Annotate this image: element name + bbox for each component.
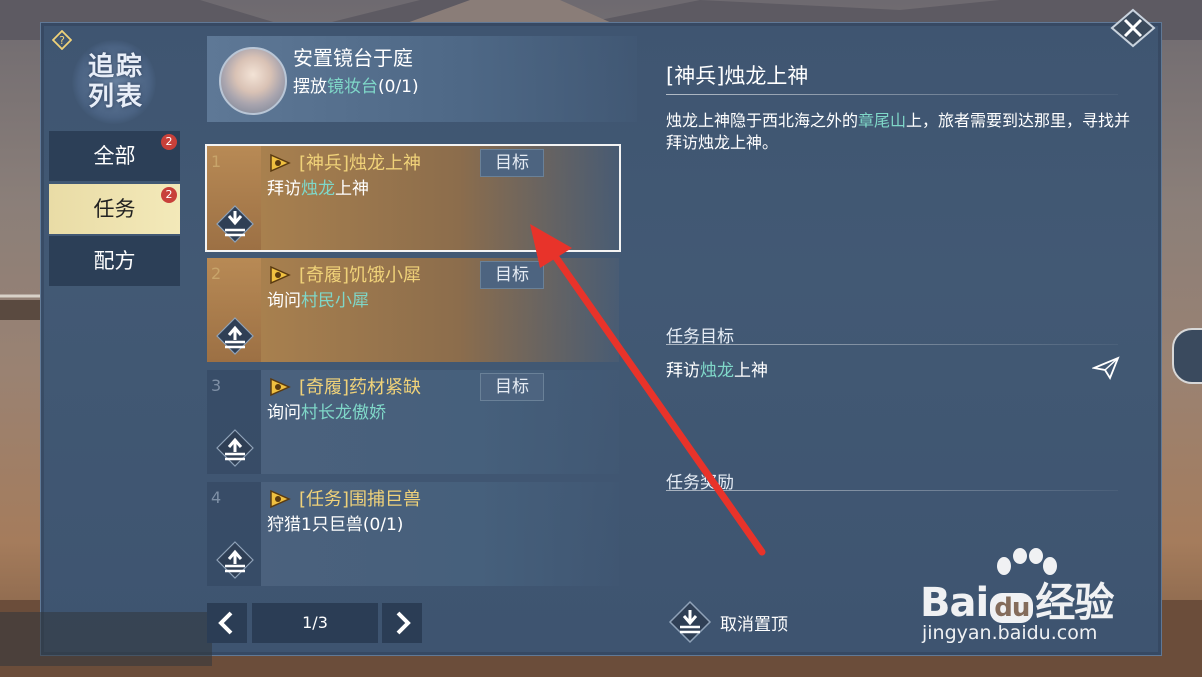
quest-title: [奇履]药材紧缺 <box>299 377 422 398</box>
quest-number: 1 <box>211 152 222 171</box>
tab-quests[interactable]: 任务 2 <box>49 184 180 234</box>
watermark-url: jingyan.baidu.com <box>922 622 1098 644</box>
pin-to-top-icon[interactable] <box>215 428 255 468</box>
prev-page-button[interactable] <box>207 603 247 643</box>
quest-title: [神兵]烛龙上神 <box>299 153 422 174</box>
title-line: 列表 <box>87 82 144 112</box>
avatar <box>219 47 287 115</box>
tracked-quest-name: 安置镜台于庭 <box>293 46 413 70</box>
tab-recipes[interactable]: 配方 <box>49 236 180 286</box>
quest-list-item[interactable]: 3 [奇履]药材紧缺询问村长龙傲娇 目标 <box>207 370 619 474</box>
detail-description: 烛龙上神隐于西北海之外的章尾山上，旅者需要到达那里，寻找并拜访烛龙上神。 <box>666 111 1131 152</box>
tracked-quest-banner[interactable]: 安置镜台于庭 摆放镜妆台(0/1) <box>207 36 637 122</box>
quest-number: 3 <box>211 376 222 395</box>
tab-all[interactable]: 全部 2 <box>49 131 180 181</box>
quest-objective: 询问村民小犀 <box>267 291 369 311</box>
next-page-button[interactable] <box>382 603 422 643</box>
chevron-left-icon <box>218 611 233 635</box>
baidu-watermark: Bai du 经验 jingyan.baidu.com <box>920 548 1150 658</box>
quest-number: 4 <box>211 488 222 507</box>
goal-text: 拜访烛龙上神 <box>666 361 768 381</box>
quest-title: [任务]围捕巨兽 <box>299 489 422 510</box>
unpin-label: 取消置顶 <box>720 615 788 635</box>
quest-objective: 询问村长龙傲娇 <box>267 403 386 423</box>
sidebar-item-label: 全部 <box>93 144 136 168</box>
quest-list-item[interactable]: 1 [神兵]烛龙上神拜访烛龙上神 目标 <box>205 144 621 252</box>
sidebar-item-label: 任务 <box>93 197 136 221</box>
quest-list-item[interactable]: 2 [奇履]饥饿小犀询问村民小犀 目标 <box>207 258 619 362</box>
target-button[interactable]: 目标 <box>480 149 544 177</box>
bottom-left-hud <box>0 612 212 666</box>
target-button[interactable]: 目标 <box>480 261 544 289</box>
chevron-right-icon <box>396 611 411 635</box>
panel-title: 追踪 列表 <box>66 40 166 126</box>
quest-number: 2 <box>211 264 222 283</box>
page-indicator: 1/3 <box>252 603 378 643</box>
close-x-icon[interactable] <box>1110 8 1156 48</box>
paper-plane-icon[interactable] <box>1092 356 1120 380</box>
detail-title: [神兵]烛龙上神 <box>666 64 809 88</box>
pin-to-top-icon[interactable] <box>215 540 255 580</box>
quest-list-item[interactable]: 4 [任务]围捕巨兽狩猎1只巨兽(0/1) <box>207 482 619 586</box>
divider <box>666 344 1118 345</box>
side-expand-button[interactable] <box>1172 328 1202 384</box>
notification-badge: 2 <box>161 187 177 203</box>
quest-marker-icon <box>270 489 291 509</box>
quest-title: [奇履]饥饿小犀 <box>299 265 422 286</box>
divider <box>666 94 1118 95</box>
unpin-icon[interactable] <box>215 204 255 244</box>
quest-objective: 拜访烛龙上神 <box>267 179 369 199</box>
svg-text:?: ? <box>59 34 65 47</box>
watermark-brand: Bai du 经验 <box>920 580 1114 626</box>
unpin-icon <box>668 600 712 644</box>
divider <box>666 490 1118 491</box>
notification-badge: 2 <box>161 134 177 150</box>
quest-marker-icon <box>270 153 291 173</box>
unpin-button[interactable]: 取消置顶 <box>668 600 808 644</box>
target-button[interactable]: 目标 <box>480 373 544 401</box>
quest-objective: 狩猎1只巨兽(0/1) <box>267 515 404 535</box>
title-line: 追踪 <box>87 52 144 82</box>
tracked-quest-objective: 摆放镜妆台(0/1) <box>293 77 419 97</box>
sidebar-item-label: 配方 <box>93 249 136 273</box>
quest-marker-icon <box>270 265 291 285</box>
pin-to-top-icon[interactable] <box>215 316 255 356</box>
quest-marker-icon <box>270 377 291 397</box>
